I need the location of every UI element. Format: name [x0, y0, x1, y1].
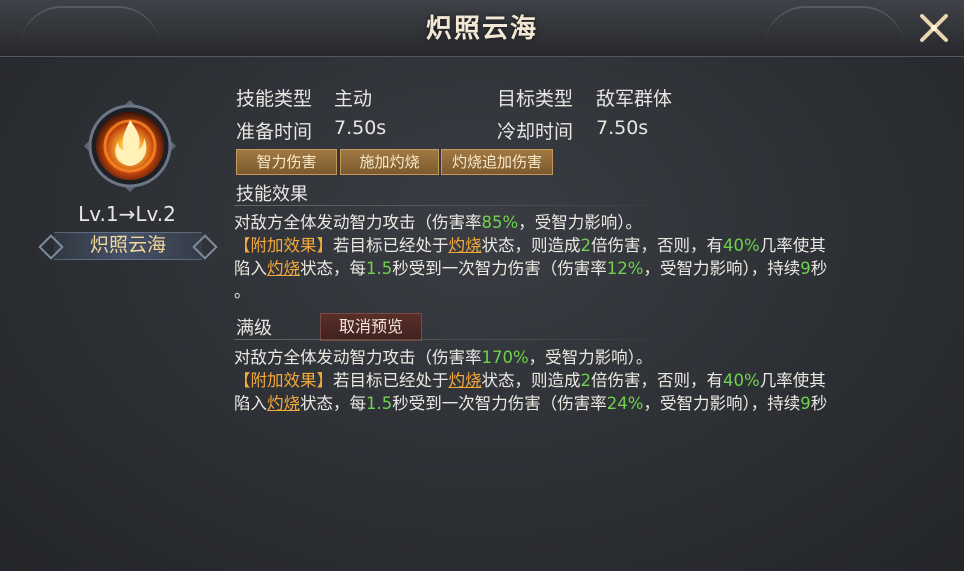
burn-link[interactable]: 灼烧: [449, 236, 482, 255]
effect-text: 秒受到一次智力伤害（伤害率: [392, 259, 607, 278]
close-button[interactable]: [912, 6, 956, 50]
max-text: 若目标已经处于: [333, 371, 449, 390]
tag-apply-burn: 施加灼烧: [340, 149, 439, 175]
tag-int-damage: 智力伤害: [236, 149, 337, 175]
dot-rate: 12%: [606, 259, 644, 278]
cancel-preview-button[interactable]: 取消预览: [320, 313, 422, 341]
max-text: 几率使其: [759, 371, 826, 390]
damage-rate: 85%: [481, 213, 519, 232]
effect-text: 若目标已经处于: [333, 236, 449, 255]
max-damage-rate: 170%: [481, 348, 529, 367]
effect-line-1: 对敌方全体发动智力攻击（伤害率85%，受智力影响）。: [234, 211, 642, 234]
skill-panel: 炽照云海 Lv.1→Lv.2 炽照云海 技能类型 主动 目标类型 敌军群体 准备…: [0, 0, 964, 571]
effect-text: 几率使其: [759, 236, 826, 255]
target-type-label: 目标类型: [497, 88, 574, 110]
max-text: 状态，则造成: [481, 371, 581, 390]
bonus-effect-tag: 【附加效果】: [234, 236, 333, 255]
max-tick-interval: 1.5: [366, 394, 393, 413]
effect-title: 技能效果: [236, 184, 308, 205]
effect-text: ，受智力影响），持续: [643, 259, 801, 278]
max-text: 秒受到一次智力伤害（伤害率: [392, 394, 607, 413]
max-text: 陷入: [234, 394, 267, 413]
max-text: 秒: [810, 394, 828, 413]
max-dot-rate: 24%: [606, 394, 644, 413]
skill-nameplate: 炽照云海: [38, 230, 218, 260]
max-bonus-effect-tag: 【附加效果】: [234, 371, 333, 390]
damage-multiplier: 2: [580, 236, 592, 255]
cooldown-value: 7.50s: [596, 117, 649, 139]
page-title: 炽照云海: [425, 14, 538, 44]
effect-line-2: 【附加效果】若目标已经处于灼烧状态，则造成2倍伤害，否则，有40%几率使其: [234, 234, 826, 257]
effect-text: 状态，则造成: [481, 236, 581, 255]
max-burn-chance: 40%: [723, 371, 760, 390]
effect-text: 陷入: [234, 259, 267, 278]
target-type-value: 敌军群体: [596, 88, 673, 110]
effect-line-3: 陷入灼烧状态，每1.5秒受到一次智力伤害（伤害率12%，受智力影响），持续9秒: [234, 257, 827, 280]
max-line-3: 陷入灼烧状态，每1.5秒受到一次智力伤害（伤害率24%，受智力影响），持续9秒: [234, 392, 827, 415]
skill-type-value: 主动: [334, 88, 373, 110]
max-divider: [234, 339, 654, 340]
level-text: Lv.1→Lv.2: [78, 202, 176, 226]
tick-interval: 1.5: [366, 259, 393, 278]
effect-divider: [234, 205, 654, 206]
effect-text: 秒: [810, 259, 828, 278]
max-text: 倍伤害，否则，有: [591, 371, 723, 390]
burn-duration: 9: [800, 259, 811, 278]
prep-time-value: 7.50s: [334, 117, 387, 139]
fire-icon: [84, 100, 176, 192]
close-icon: [920, 14, 948, 42]
cooldown-label: 冷却时间: [497, 121, 574, 143]
skill-type-label: 技能类型: [236, 88, 313, 110]
max-text: ，受智力影响），持续: [643, 394, 801, 413]
max-level-title: 满级: [236, 318, 272, 339]
skill-name: 炽照云海: [89, 234, 166, 256]
max-damage-multiplier: 2: [580, 371, 592, 390]
max-text: 对敌方全体发动智力攻击（伤害率: [234, 348, 482, 367]
effect-text: 对敌方全体发动智力攻击（伤害率: [234, 213, 482, 232]
max-text: ，受智力影响）。: [528, 348, 653, 367]
header-bar: 炽照云海: [0, 0, 964, 57]
effect-text: 状态，每: [300, 259, 366, 278]
max-burn-duration: 9: [800, 394, 811, 413]
max-line-1: 对敌方全体发动智力攻击（伤害率170%，受智力影响）。: [234, 346, 652, 369]
max-burn-link[interactable]: 灼烧: [449, 371, 482, 390]
effect-text: 倍伤害，否则，有: [591, 236, 723, 255]
burn-link[interactable]: 灼烧: [267, 259, 300, 278]
tag-burn-extra-damage: 灼烧追加伤害: [441, 149, 553, 175]
burn-chance: 40%: [723, 236, 760, 255]
max-text: 状态，每: [300, 394, 366, 413]
max-line-2: 【附加效果】若目标已经处于灼烧状态，则造成2倍伤害，否则，有40%几率使其: [234, 369, 826, 392]
effect-line-4: 。: [234, 282, 251, 301]
skill-icon: [82, 98, 178, 194]
effect-text: ，受智力影响）。: [518, 213, 642, 232]
prep-time-label: 准备时间: [236, 121, 313, 143]
max-burn-link[interactable]: 灼烧: [267, 394, 300, 413]
